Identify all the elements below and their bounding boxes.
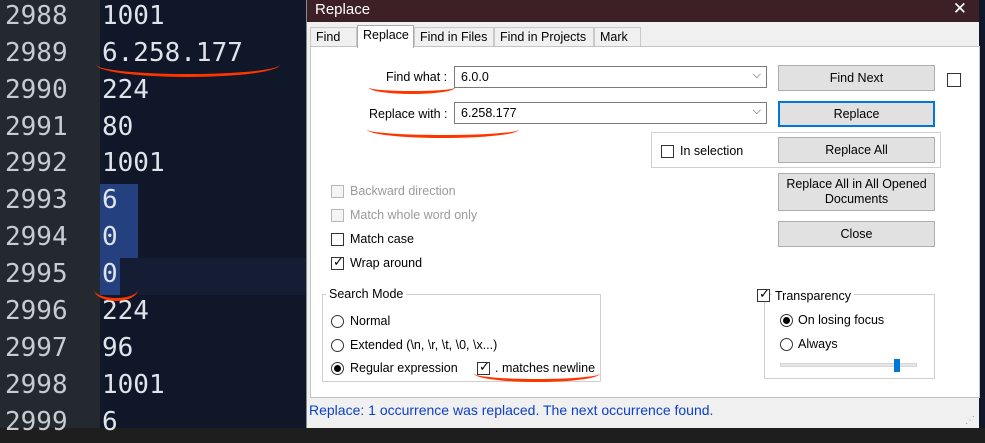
always-label: Always [798,337,838,351]
check-icon: ✓ [759,286,770,301]
dialog-tabs: Find Replace Find in Files Find in Proje… [307,25,979,48]
resize-grip-icon[interactable]: ⋰ [965,415,975,426]
match-whole-word-checkbox[interactable] [331,209,344,222]
replace-with-input[interactable]: 6.258.177 ⌵ [454,102,767,124]
backward-direction-label: Backward direction [350,184,456,198]
transparency-label: Transparency [772,289,854,303]
radio-dot [334,365,341,372]
line-text[interactable]: 6 [102,185,118,215]
line-number: 2995 [5,259,68,289]
replace-button[interactable]: Replace [778,101,935,127]
on-losing-focus-radio[interactable] [780,314,793,327]
annotation-underline [96,52,280,77]
dialog-title: Replace [315,1,371,18]
in-selection-label: In selection [680,144,744,158]
find-what-input[interactable]: 6.0.0 ⌵ [454,66,767,88]
wrap-around-label: Wrap around [350,256,423,270]
line-number: 2997 [5,333,68,363]
line-number: 2996 [5,296,68,326]
normal-radio[interactable] [331,315,344,328]
line-text[interactable]: 80 [102,112,133,142]
replace-all-opened-button[interactable]: Replace All in All Opened Documents [778,173,935,211]
line-number: 2989 [5,38,68,68]
replace-with-value: 6.258.177 [461,106,517,120]
find-next-button[interactable]: Find Next [778,65,935,91]
match-whole-word-label: Match whole word only [350,208,478,222]
annotation-underline [474,365,600,382]
replace-dialog: Replace ✕ Find Replace Find in Files Fin… [306,0,980,428]
annotation-underline [94,278,138,301]
line-number: 2990 [5,75,68,105]
dialog-titlebar[interactable]: Replace ✕ [307,0,979,22]
line-number: 2994 [5,222,68,252]
close-icon[interactable]: ✕ [953,0,967,19]
transparency-checkbox[interactable]: ✓ [757,286,770,302]
tab-find[interactable]: Find [310,27,357,46]
line-text[interactable]: 96 [102,333,133,363]
check-icon: ✓ [333,254,344,269]
annotation-underline [367,121,519,138]
normal-label: Normal [350,314,391,328]
always-radio[interactable] [780,338,793,351]
tab-find-in-files[interactable]: Find in Files [414,27,494,46]
match-case-label: Match case [350,232,414,246]
on-losing-focus-label: On losing focus [798,313,885,327]
tab-find-in-projects[interactable]: Find in Projects [494,27,594,46]
tab-replace[interactable]: Replace [357,25,414,48]
line-text[interactable]: 1001 [102,148,165,178]
tab-mark[interactable]: Mark [594,27,641,46]
replace-panel: Find what : 6.0.0 ⌵ Replace with : 6.258… [310,46,980,398]
replace-all-button[interactable]: Replace All [778,137,935,163]
search-mode-title: Search Mode [326,287,407,301]
slider-thumb[interactable] [894,359,901,372]
replace-all-opened-label: Documents [824,192,889,206]
replace-all-opened-label: Replace All in All Opened [786,177,927,191]
status-bar: Replace: 1 occurrence was replaced. The … [307,398,979,428]
backward-direction-checkbox[interactable] [331,185,344,198]
line-number: 2999 [5,407,68,437]
line-number: 2992 [5,148,68,178]
match-case-checkbox[interactable] [331,233,344,246]
line-text[interactable]: 1001 [102,370,165,400]
regex-radio[interactable] [331,362,344,375]
find-what-value: 6.0.0 [461,70,489,84]
extended-label: Extended (\n, \r, \t, \0, \x...) [350,338,498,352]
in-selection-checkbox[interactable] [661,145,674,158]
line-number: 2998 [5,370,68,400]
close-button[interactable]: Close [778,221,935,247]
status-text: Replace: 1 occurrence was replaced. The … [309,402,714,418]
line-number: 2988 [5,1,68,31]
line-number: 2991 [5,112,68,142]
line-text[interactable]: 0 [102,222,118,252]
find-next-checkbox[interactable] [947,73,961,87]
line-number: 2993 [5,185,68,215]
radio-dot [783,317,790,324]
line-text[interactable]: 6 [102,407,118,437]
extended-radio[interactable] [331,339,344,352]
replace-with-label: Replace with : [369,107,448,121]
chevron-down-icon[interactable]: ⌵ [753,105,761,118]
line-text[interactable]: 224 [102,75,149,105]
line-text[interactable]: 1001 [102,1,165,31]
regex-label: Regular expression [350,361,458,375]
wrap-around-checkbox[interactable]: ✓ [331,254,344,270]
annotation-underline [369,81,455,94]
chevron-down-icon[interactable]: ⌵ [753,69,761,82]
